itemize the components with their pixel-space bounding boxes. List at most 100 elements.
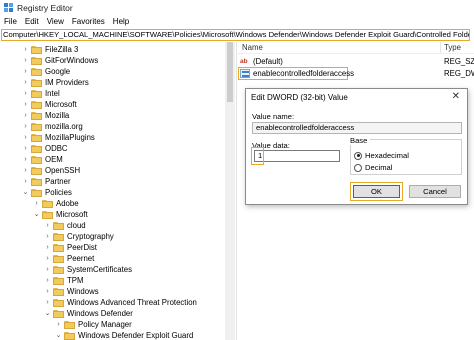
chevron-down-icon[interactable]: ⌄ [44,309,51,318]
folder-icon [31,144,42,153]
tree-item[interactable]: › Microsoft [22,99,77,110]
menu-favorites[interactable]: Favorites [72,17,105,26]
value-type: REG_SZ [444,57,474,66]
chevron-right-icon[interactable]: › [22,155,29,164]
folder-icon [53,265,64,274]
tree-item[interactable]: ⌄ Windows Defender [44,308,133,319]
chevron-right-icon[interactable]: › [44,221,51,230]
tree-item-label: Microsoft [45,100,77,109]
tree-item[interactable]: › OpenSSH [22,165,80,176]
tree-item-label: PeerDist [67,243,97,252]
chevron-right-icon[interactable]: › [22,144,29,153]
menu-file[interactable]: File [4,17,17,26]
radio-hexadecimal[interactable]: Hexadecimal [354,151,409,160]
tree-item-label: Windows Defender Exploit Guard [78,331,194,340]
tree-item[interactable]: › Windows Advanced Threat Protection [44,297,197,308]
tree-item-label: Partner [45,177,71,186]
tree-item[interactable]: › Mozilla [22,110,69,121]
chevron-right-icon[interactable]: › [44,243,51,252]
tree-item[interactable]: ⌄ Policies [22,187,72,198]
tree-item[interactable]: › MozillaPlugins [22,132,95,143]
chevron-right-icon[interactable]: › [22,56,29,65]
chevron-right-icon[interactable]: › [22,166,29,175]
tree-item[interactable]: › ODBC [22,143,67,154]
cancel-button[interactable]: Cancel [409,185,461,198]
highlight-box [350,182,403,201]
chevron-right-icon[interactable]: › [44,232,51,241]
folder-icon [31,78,42,87]
tree-item[interactable]: › Intel [22,88,59,99]
radio-selected-icon[interactable] [354,151,362,160]
chevron-right-icon[interactable]: › [22,45,29,54]
tree-item[interactable]: › Adobe [33,198,79,209]
tree-item[interactable]: › cloud [44,220,85,231]
tree-item[interactable]: › IM Providers [22,77,88,88]
folder-icon [53,298,64,307]
tree-item[interactable]: › SystemCertificates [44,264,132,275]
menu-help[interactable]: Help [113,17,129,26]
chevron-right-icon[interactable]: › [55,320,62,329]
chevron-right-icon[interactable]: › [44,254,51,263]
tree-item-label: Mozilla [45,111,70,120]
tree-item-label: Google [45,67,71,76]
tree-item[interactable]: › PeerDist [44,242,97,253]
chevron-right-icon[interactable]: › [22,111,29,120]
tree-item-label: GitForWindows [45,56,99,65]
string-value-icon: ab [240,58,248,65]
chevron-right-icon[interactable]: › [33,199,40,208]
radio-decimal[interactable]: Decimal [354,163,392,172]
chevron-right-icon[interactable]: › [44,265,51,274]
menu-view[interactable]: View [47,17,64,26]
chevron-down-icon[interactable]: ⌄ [33,210,40,219]
menu-edit[interactable]: Edit [25,17,39,26]
tree-item[interactable]: ⌄ Windows Defender Exploit Guard [55,330,194,340]
tree-item[interactable]: › Cryptography [44,231,113,242]
chevron-down-icon[interactable]: ⌄ [55,331,62,340]
tree-item[interactable]: › OEM [22,154,62,165]
list-header: Name Type [238,42,474,54]
folder-icon [31,177,42,186]
tree-item[interactable]: › FileZilla 3 [22,44,78,55]
tree-item[interactable]: › GitForWindows [22,55,98,66]
value-data-field[interactable]: 1 [254,150,340,162]
edit-dword-dialog: Edit DWORD (32-bit) Value ✕ Value name: … [245,88,468,205]
tree-item[interactable]: › Partner [22,176,71,187]
tree-item[interactable]: › Policy Manager [55,319,131,330]
chevron-down-icon[interactable]: ⌄ [22,188,29,197]
tree-item-label: Adobe [56,199,79,208]
chevron-right-icon[interactable]: › [22,133,29,142]
tree-item[interactable]: › TPM [44,275,83,286]
tree-scrollbar[interactable] [225,42,235,340]
chevron-right-icon[interactable]: › [22,100,29,109]
folder-icon [53,243,64,252]
tree-scrollbar-thumb[interactable] [227,42,233,102]
chevron-right-icon[interactable]: › [22,89,29,98]
tree-item[interactable]: › Windows [44,286,98,297]
list-row-enablecontrolledfolderaccess[interactable]: enablecontrolledfolderaccess REG_DW [238,67,474,80]
chevron-right-icon[interactable]: › [44,287,51,296]
chevron-right-icon[interactable]: › [22,78,29,87]
tree-item[interactable]: › Google [22,66,70,77]
folder-icon [53,232,64,241]
tree-item[interactable]: › Peernet [44,253,94,264]
column-header-type[interactable]: Type [444,43,461,52]
column-header-name[interactable]: Name [242,43,263,52]
close-icon[interactable]: ✕ [452,91,460,102]
list-row-default[interactable]: ab (Default) REG_SZ [238,56,474,67]
tree-item[interactable]: › mozilla.org [22,121,82,132]
folder-icon [42,210,53,219]
address-bar[interactable]: Computer\HKEY_LOCAL_MACHINE\SOFTWARE\Pol… [1,29,470,41]
pane-splitter[interactable] [236,42,237,340]
folder-icon [31,56,42,65]
chevron-right-icon[interactable]: › [22,177,29,186]
value-type: REG_DW [444,69,474,78]
chevron-right-icon[interactable]: › [22,122,29,131]
column-separator[interactable] [440,42,441,53]
chevron-right-icon[interactable]: › [44,298,51,307]
tree-item[interactable]: ⌄ Microsoft [33,209,88,220]
chevron-right-icon[interactable]: › [44,276,51,285]
folder-icon [53,221,64,230]
menu-bar: File Edit View Favorites Help [0,15,474,28]
chevron-right-icon[interactable]: › [22,67,29,76]
radio-unselected-icon[interactable] [354,163,362,172]
